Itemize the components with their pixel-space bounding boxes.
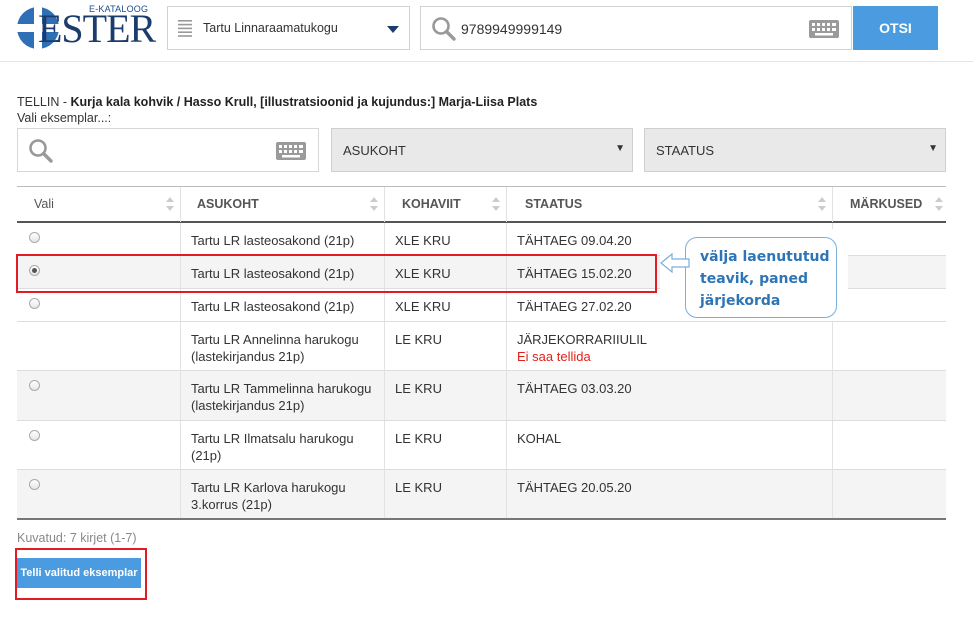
select-cell xyxy=(17,371,181,420)
callno-cell: XLE KRU xyxy=(385,289,507,321)
callout-line: teavik, paned xyxy=(700,271,809,287)
search-input[interactable] xyxy=(461,19,791,39)
notes-cell xyxy=(833,371,946,420)
notes-cell xyxy=(833,223,946,255)
cannot-order-note: Ei saa tellida xyxy=(517,349,591,364)
table-row[interactable]: Tartu LR Tammelinna harukogu (lastekirja… xyxy=(17,371,946,421)
location-filter-label: ASUKOHT xyxy=(343,143,406,158)
select-radio[interactable] xyxy=(29,380,40,391)
location-cell: Tartu LR Karlova harukogu 3.korrus (21p) xyxy=(181,470,385,518)
table-row: Tartu LR Annelinna harukogu (lastekirjan… xyxy=(17,322,946,371)
select-cell xyxy=(17,421,181,469)
chevron-down-icon xyxy=(387,26,399,33)
keyboard-icon[interactable] xyxy=(276,142,306,160)
sort-icon xyxy=(370,197,378,211)
sort-icon xyxy=(935,197,943,211)
annotation-callout: välja laenututud teavik, paned järjekord… xyxy=(660,229,848,321)
select-cell xyxy=(17,470,181,518)
column-header-staatus[interactable]: STAATUS xyxy=(507,187,833,222)
location-cell: Tartu LR Ilmatsalu harukogu (21p) xyxy=(181,421,385,469)
search-icon xyxy=(432,17,456,41)
select-radio[interactable] xyxy=(29,298,40,309)
notes-cell xyxy=(833,322,946,370)
table-row[interactable]: Tartu LR Karlova harukogu 3.korrus (21p)… xyxy=(17,470,946,518)
location-cell: Tartu LR Annelinna harukogu (lastekirjan… xyxy=(181,322,385,370)
notes-cell xyxy=(833,256,946,288)
select-radio[interactable] xyxy=(29,232,40,243)
logo-title: ESTER xyxy=(38,6,156,51)
select-cell xyxy=(17,223,181,255)
notes-cell xyxy=(833,421,946,469)
order-title: TELLIN - Kurja kala kohvik / Hasso Krull… xyxy=(17,95,537,109)
column-header-label: KOHAVIIT xyxy=(402,197,461,211)
status-cell: TÄHTAEG 03.03.20 xyxy=(507,371,833,420)
location-cell: Tartu LR Tammelinna harukogu (lastekirja… xyxy=(181,371,385,420)
column-header-kohaviit[interactable]: KOHAVIIT xyxy=(385,187,507,222)
table-row[interactable]: Tartu LR Ilmatsalu harukogu (21p) LE KRU… xyxy=(17,421,946,470)
copy-filter-search[interactable] xyxy=(17,128,319,172)
callno-cell: LE KRU xyxy=(385,421,507,469)
order-selected-copy-button[interactable]: Telli valitud eksemplar xyxy=(17,558,141,588)
column-header-label: STAATUS xyxy=(525,197,583,211)
callout-text: välja laenututud teavik, paned järjekord… xyxy=(700,246,840,312)
column-header-asukoht[interactable]: ASUKOHT xyxy=(181,187,385,222)
column-header-vali[interactable]: Vali xyxy=(17,187,181,222)
column-header-label: ASUKOHT xyxy=(197,197,259,211)
column-header-label: MÄRKUSED xyxy=(850,197,923,211)
order-subtitle: Vali eksemplar...: xyxy=(17,111,112,125)
sort-icon xyxy=(166,197,174,211)
search-field[interactable] xyxy=(420,6,852,50)
list-icon xyxy=(178,20,192,37)
callno-cell: LE KRU xyxy=(385,470,507,518)
callno-cell: LE KRU xyxy=(385,371,507,420)
search-button[interactable]: OTSI xyxy=(853,6,938,50)
library-select-value: Tartu Linnaraamatukogu xyxy=(203,21,338,35)
keyboard-icon[interactable] xyxy=(809,20,839,38)
status-text: JÄRJEKORRARIIULIL xyxy=(517,332,648,347)
callout-arrow-icon xyxy=(660,252,690,274)
search-icon xyxy=(29,139,53,163)
table-header: Vali ASUKOHT KOHAVIIT STAATUS MÄRKUSED xyxy=(17,186,946,223)
location-cell: Tartu LR lasteosakond (21p) xyxy=(181,289,385,321)
location-filter-select[interactable]: ASUKOHT ▼ xyxy=(331,128,633,172)
ester-logo[interactable]: E-KATALOOG ESTER xyxy=(16,4,156,52)
location-cell: Tartu LR lasteosakond (21p) xyxy=(181,223,385,255)
order-book-title: Kurja kala kohvik / Hasso Krull, [illust… xyxy=(70,95,538,109)
notes-cell xyxy=(833,470,946,518)
record-count: Kuvatud: 7 kirjet (1-7) xyxy=(17,531,137,545)
table-bottom-rule xyxy=(17,518,946,520)
library-select[interactable]: Tartu Linnaraamatukogu xyxy=(167,6,410,50)
sort-icon xyxy=(492,197,500,211)
status-cell: TÄHTAEG 20.05.20 xyxy=(507,470,833,518)
select-radio[interactable] xyxy=(29,430,40,441)
notes-cell xyxy=(833,289,946,321)
select-radio[interactable] xyxy=(29,479,40,490)
row-highlight-box xyxy=(16,254,657,293)
status-cell: JÄRJEKORRARIIULIL Ei saa tellida xyxy=(507,322,833,370)
callout-line: välja laenututud xyxy=(700,249,830,265)
header: E-KATALOOG ESTER Tartu Linnaraamatukogu xyxy=(0,0,973,62)
select-cell xyxy=(17,322,181,370)
callno-cell: LE KRU xyxy=(385,322,507,370)
dropdown-arrow-icon: ▼ xyxy=(615,143,625,154)
sort-icon xyxy=(818,197,826,211)
callout-line: järjekorda xyxy=(700,293,781,309)
order-prefix: TELLIN - xyxy=(17,95,71,109)
column-header-markused[interactable]: MÄRKUSED xyxy=(833,187,946,222)
status-filter-label: STAATUS xyxy=(656,143,715,158)
select-cell xyxy=(17,289,181,321)
column-header-label: Vali xyxy=(34,197,54,211)
status-filter-select[interactable]: STAATUS ▼ xyxy=(644,128,946,172)
dropdown-arrow-icon: ▼ xyxy=(928,143,938,154)
status-cell: KOHAL xyxy=(507,421,833,469)
callno-cell: XLE KRU xyxy=(385,223,507,255)
